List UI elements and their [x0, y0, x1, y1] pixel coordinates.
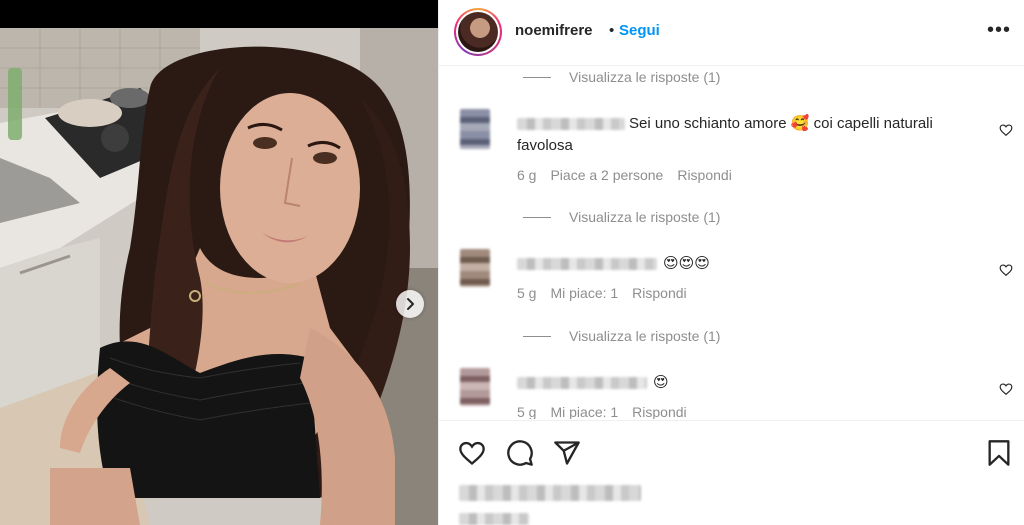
- commenter-username-blurred[interactable]: [517, 118, 625, 131]
- author-avatar-image: [458, 12, 498, 52]
- commenter-username-blurred[interactable]: [517, 377, 647, 390]
- comment-likes[interactable]: Mi piace: 1: [550, 285, 618, 301]
- post-actions: [439, 420, 1024, 525]
- commenter-avatar-blurred: [460, 249, 490, 287]
- comment-heart-icon[interactable]: [999, 382, 1013, 396]
- post-sidebar: noemifrere • Segui ••• Visualizza le ris…: [438, 0, 1024, 525]
- reply-button[interactable]: Rispondi: [677, 167, 731, 183]
- comment-text-row: Sei uno schianto amore 🥰 coi capelli nat…: [517, 113, 977, 157]
- view-replies-label: Visualizza le risposte (1): [569, 69, 721, 85]
- comment-age[interactable]: 5 g: [517, 404, 536, 419]
- replies-line: [523, 76, 551, 78]
- view-replies-button[interactable]: Visualizza le risposte (1): [523, 69, 720, 85]
- reply-button[interactable]: Rispondi: [632, 404, 686, 419]
- view-replies-label: Visualizza le risposte (1): [569, 209, 721, 225]
- header-separator: •: [609, 22, 615, 39]
- heart-icon[interactable]: [458, 439, 486, 467]
- comment-age[interactable]: 6 g: [517, 167, 536, 183]
- comment-likes[interactable]: Piace a 2 persone: [550, 167, 663, 183]
- comment-meta: 5 g Mi piace: 1 Rispondi: [517, 404, 687, 419]
- media-top-bar: [0, 0, 438, 28]
- chevron-right-icon: [407, 298, 414, 310]
- comment-heart-icon[interactable]: [999, 123, 1013, 137]
- view-replies-label: Visualizza le risposte (1): [569, 328, 721, 344]
- commenter-avatar[interactable]: [460, 109, 490, 149]
- reply-button[interactable]: Rispondi: [632, 285, 686, 301]
- commenter-avatar[interactable]: [460, 368, 490, 408]
- commenter-username-blurred[interactable]: [517, 258, 657, 271]
- comment-text-row: 😍: [517, 372, 977, 394]
- post-date-blurred: [459, 513, 529, 525]
- comment-heart-icon[interactable]: [999, 263, 1013, 277]
- author-avatar[interactable]: [454, 8, 502, 56]
- comment-text-row: 😍😍😍: [517, 253, 977, 275]
- commenter-avatar-blurred: [460, 368, 490, 406]
- paper-plane-icon[interactable]: [553, 439, 581, 467]
- post-photo[interactable]: [0, 28, 438, 525]
- view-replies-button[interactable]: Visualizza le risposte (1): [523, 328, 720, 344]
- comment-likes[interactable]: Mi piace: 1: [550, 404, 618, 419]
- view-replies-button[interactable]: Visualizza le risposte (1): [523, 209, 720, 225]
- author-username[interactable]: noemifrere: [515, 22, 593, 39]
- post-media: [0, 0, 438, 525]
- replies-line: [523, 216, 551, 218]
- commenter-avatar-blurred: [460, 109, 490, 149]
- comment-meta: 5 g Mi piace: 1 Rispondi: [517, 285, 687, 301]
- comment-text: 😍: [653, 374, 669, 391]
- commenter-avatar[interactable]: [460, 249, 490, 289]
- bookmark-icon[interactable]: [985, 439, 1013, 467]
- comment-icon[interactable]: [506, 439, 534, 467]
- more-options-icon[interactable]: •••: [987, 20, 1011, 40]
- photo-illustration: [0, 28, 438, 525]
- likes-count-blurred[interactable]: [459, 485, 641, 501]
- comment-text: 😍😍😍: [663, 255, 710, 272]
- follow-button[interactable]: Segui: [619, 22, 660, 39]
- replies-line: [523, 335, 551, 337]
- carousel-next-button[interactable]: [396, 290, 424, 318]
- comments-list[interactable]: Visualizza le risposte (1) Sei uno schia…: [439, 67, 1024, 419]
- comment-age[interactable]: 5 g: [517, 285, 536, 301]
- post-header: noemifrere • Segui •••: [439, 0, 1024, 66]
- author-avatar-frame: [456, 10, 500, 54]
- comment-meta: 6 g Piace a 2 persone Rispondi: [517, 167, 732, 183]
